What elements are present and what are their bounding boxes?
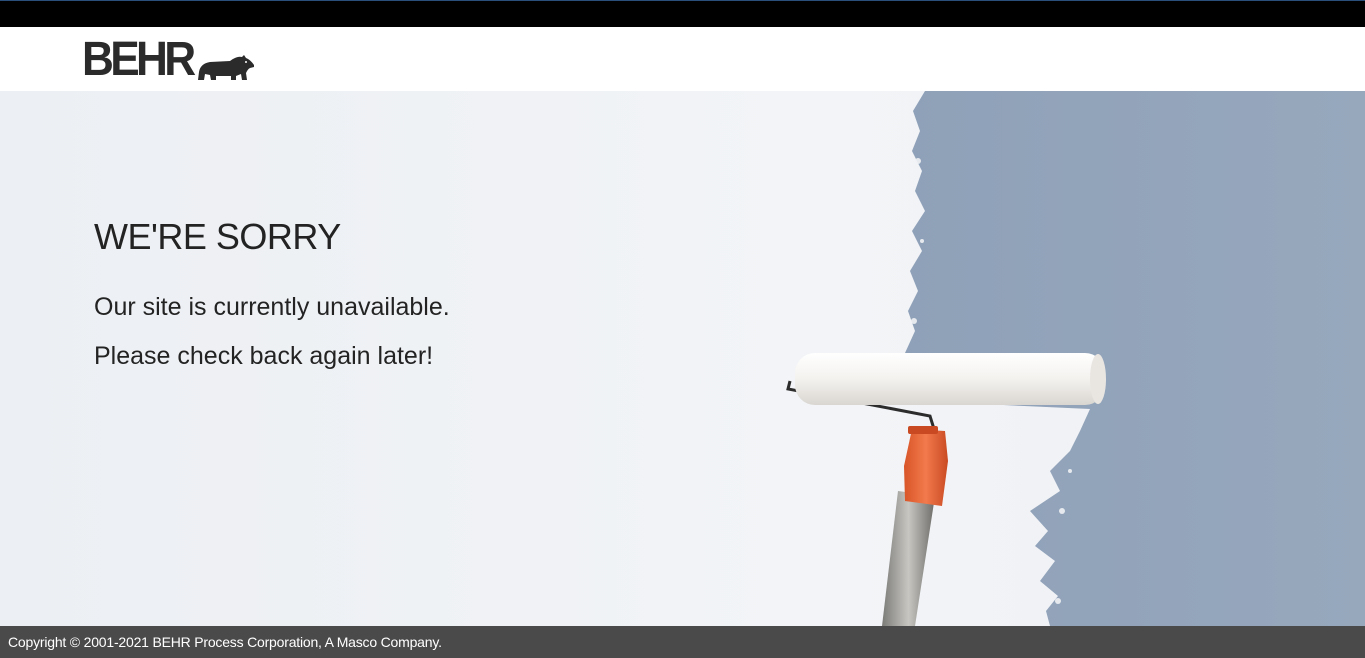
check-back-text: Please check back again later! — [94, 342, 434, 370]
hero-image: WE'RE SORRY Our site is currently unavai… — [0, 91, 1365, 626]
error-message: WE'RE SORRY Our site is currently unavai… — [94, 216, 450, 372]
logo-text: BEHR — [82, 33, 196, 86]
copyright-text: Copyright © 2001-2021 BEHR Process Corpo… — [8, 634, 442, 650]
unavailable-text: Our site is currently unavailable. — [94, 293, 450, 321]
behr-logo[interactable]: BEHR — [82, 33, 256, 86]
top-bar — [0, 0, 1365, 27]
bear-icon — [198, 55, 255, 80]
header: BEHR — [0, 27, 1365, 91]
page-title: WE'RE SORRY — [94, 216, 341, 257]
footer: Copyright © 2001-2021 BEHR Process Corpo… — [0, 626, 1365, 658]
